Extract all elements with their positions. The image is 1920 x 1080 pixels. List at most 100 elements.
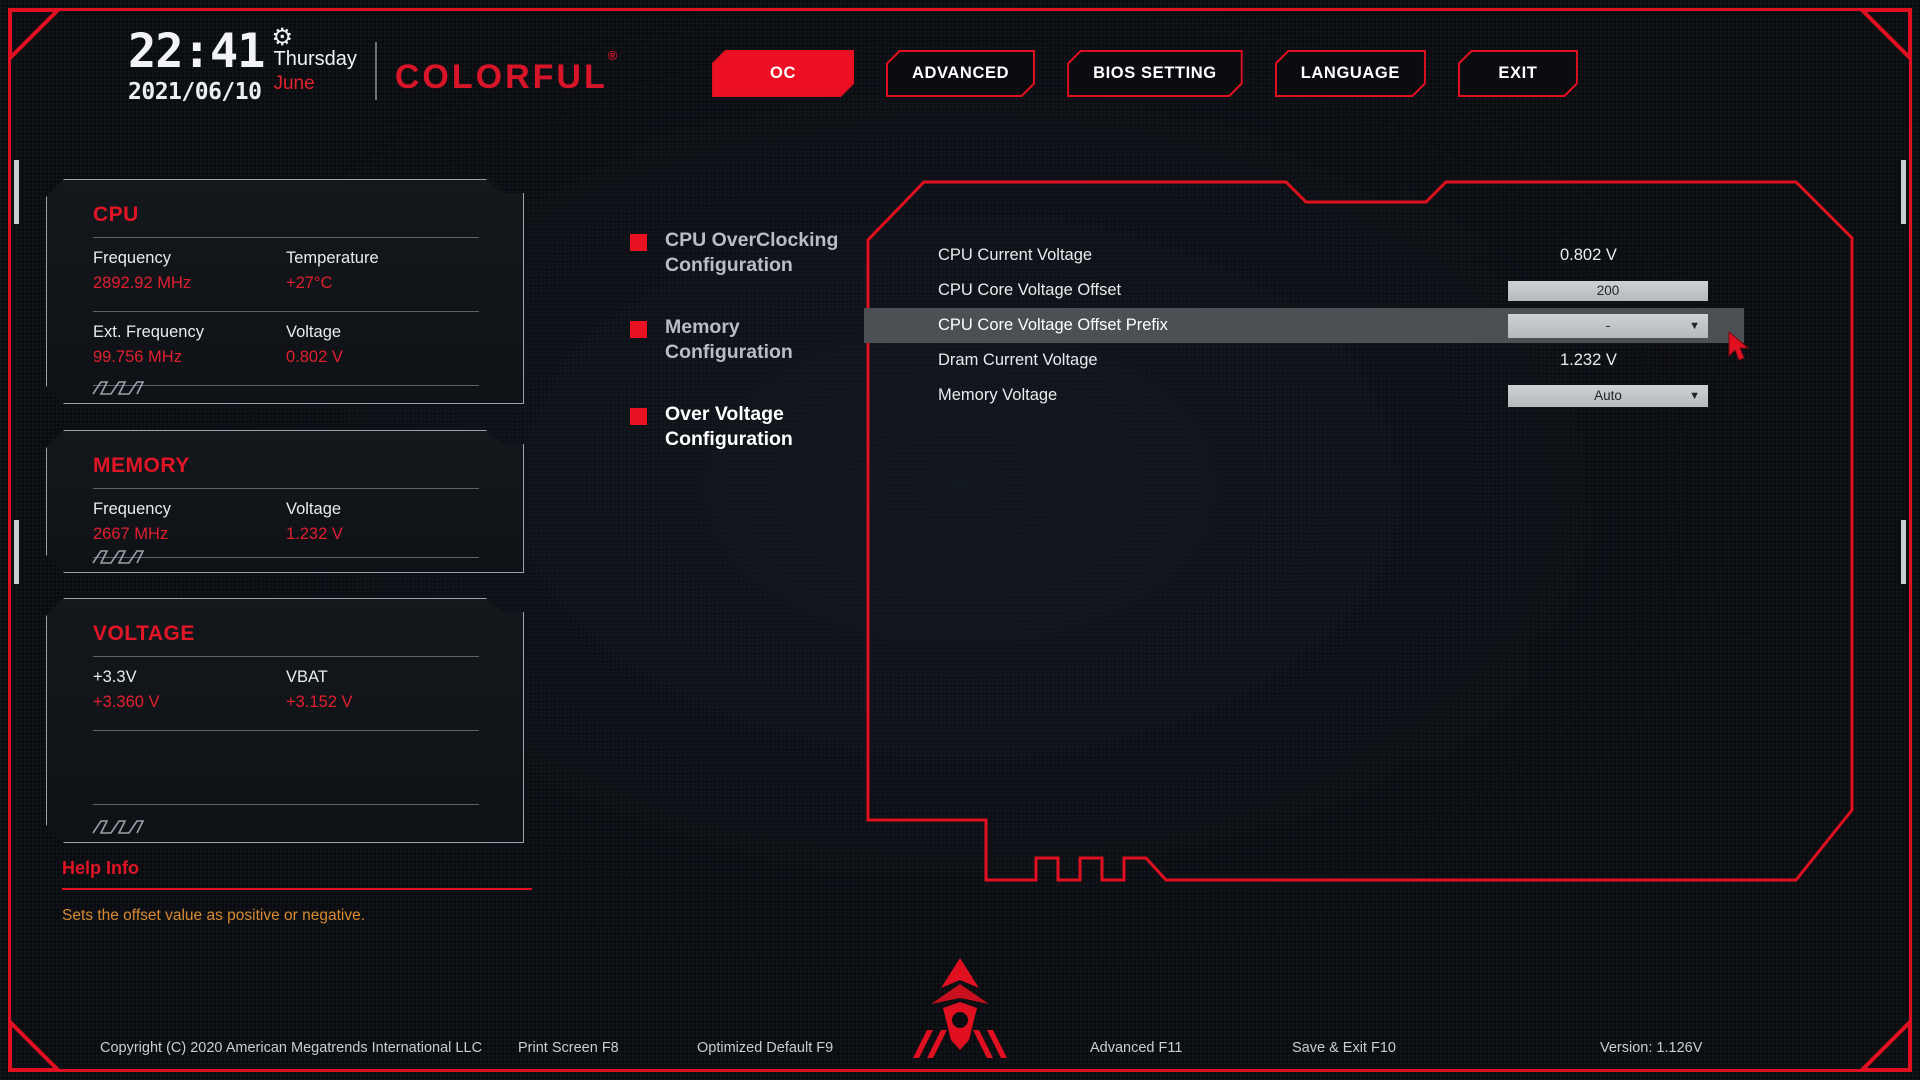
voltage-rule-1 [93,656,479,657]
voltage-33v-label: +3.3V [93,668,137,686]
oc-submenu: CPU OverClocking Configuration Memory Co… [630,228,860,489]
voltage-33v-value: +3.360 V [93,692,160,711]
memory-panel-title: MEMORY [93,454,190,477]
footer-advanced[interactable]: Advanced F11 [1090,1040,1182,1056]
voltage-rule-2 [93,730,479,731]
clock-weekday: Thursday [273,48,357,70]
memory-voltage-value: 1.232 V [286,524,343,543]
memory-row-1: Frequency 2667 MHz Voltage 1.232 V [93,497,479,547]
voltage-panel-zigzag-icon [91,818,153,835]
frame-notch-right-upper [1901,160,1906,224]
cpu-info-panel: CPU Frequency 2892.92 MHz Temperature +2… [46,179,524,404]
cpu-row-2: Ext. Frequency 99.756 MHz Voltage 0.802 … [93,320,479,370]
tab-oc-label: OC [770,64,796,82]
memory-info-panel: MEMORY Frequency 2667 MHz Voltage 1.232 … [46,430,524,573]
menu-item-over-voltage-configuration[interactable]: Over Voltage Configuration [630,402,860,452]
setting-row-cpu-core-voltage-offset-prefix[interactable]: CPU Core Voltage Offset Prefix - ▼ [864,308,1744,343]
help-info-section: Help Info Sets the offset value as posit… [62,858,532,925]
help-info-title: Help Info [62,858,139,878]
memory-voltage-label: Voltage [286,500,342,518]
setting-label-memory-voltage: Memory Voltage [938,386,1058,404]
cpu-ext-frequency-value: 99.756 MHz [93,347,182,366]
tab-bios-setting[interactable]: BIOS SETTING [1067,50,1243,97]
voltage-vbat-label: VBAT [286,668,328,686]
voltage-row-1: +3.3V +3.360 V VBAT +3.152 V [93,665,479,715]
bullet-square-icon [630,320,647,338]
frame-left [8,38,11,1042]
tab-language-label: LANGUAGE [1300,64,1400,82]
setting-row-cpu-current-voltage[interactable]: CPU Current Voltage 0.802 V [880,238,1840,273]
cpu-row-1: Frequency 2892.92 MHz Temperature +27°C [93,246,479,296]
tab-advanced-label: ADVANCED [912,64,1010,82]
frame-notch-left-lower [14,520,19,584]
tab-oc[interactable]: OC [712,50,854,97]
voltage-panel-title: VOLTAGE [93,622,195,645]
voltage-vbat-value: +3.152 V [286,692,353,711]
voltage-rule-3 [93,804,479,805]
chevron-down-icon: ▼ [1689,319,1700,332]
cpu-panel-zigzag-icon [91,379,153,396]
memory-frequency-label: Frequency [93,500,171,518]
setting-dropdown-cpu-core-voltage-offset-prefix[interactable]: - ▼ [1508,313,1708,338]
menu-item-memory-configuration[interactable]: Memory Configuration [630,315,860,365]
cpu-frequency-label: Frequency [93,249,171,267]
cpu-frequency-value: 2892.92 MHz [93,273,192,292]
setting-label-cpu-core-voltage-offset-prefix: CPU Core Voltage Offset Prefix [938,316,1168,334]
footer-optimized-default[interactable]: Optimized Default F9 [697,1040,833,1056]
brand-logo: COLORFUL® [394,48,617,97]
cpu-ext-frequency-label: Ext. Frequency [93,323,204,341]
memory-panel-zigzag-icon [91,548,153,565]
brand-text: COLORFUL [394,58,608,96]
clock-date: 2021/06/10 [128,78,262,105]
help-info-rule [62,888,532,890]
tab-advanced[interactable]: ADVANCED [886,50,1035,97]
bullet-square-icon [630,407,647,425]
settings-list: CPU Current Voltage 0.802 V CPU Core Vol… [864,238,1840,413]
footer-copyright: Copyright (C) 2020 American Megatrends I… [100,1040,483,1056]
cpu-temperature-value: +27°C [286,273,333,292]
setting-row-memory-voltage[interactable]: Memory Voltage Auto ▼ [880,378,1840,413]
setting-dropdown-memory-voltage[interactable]: Auto ▼ [1508,384,1708,407]
header: 22:41 2021/06/10 ⚙ Thursday June COLORFU… [0,0,1920,118]
cpu-rule-1 [93,237,479,238]
frame-right [1909,38,1912,1042]
tab-bios-setting-label: BIOS SETTING [1093,64,1217,82]
footer-save-exit[interactable]: Save & Exit F10 [1292,1040,1396,1056]
setting-label-cpu-core-voltage-offset: CPU Core Voltage Offset [938,281,1122,299]
setting-dropdown-value-prefix: - [1605,318,1611,333]
cpu-panel-title: CPU [93,203,139,226]
setting-input-cpu-core-voltage-offset[interactable]: 200 [1508,280,1708,301]
tab-exit[interactable]: EXIT [1458,50,1578,97]
day-column: ⚙ Thursday June [271,26,357,95]
footer-bar: Copyright (C) 2020 American Megatrends I… [0,1008,1920,1080]
menu-item-over-voltage-configuration-label: Over Voltage Configuration [665,402,793,450]
gear-icon: ⚙ [271,24,293,51]
tab-exit-label: EXIT [1498,64,1538,82]
setting-value-dram-current-voltage: 1.232 V [1560,351,1617,369]
menu-item-cpu-overclocking[interactable]: CPU OverClocking Configuration [630,228,860,278]
frame-notch-left-upper [14,160,19,224]
setting-row-dram-current-voltage[interactable]: Dram Current Voltage 1.232 V [880,343,1840,378]
frame-notch-right-lower [1901,520,1906,584]
memory-rule-1 [93,488,479,489]
memory-frequency-value: 2667 MHz [93,524,169,543]
time-column: 22:41 2021/06/10 [128,28,265,105]
bullet-square-icon [630,234,647,251]
cpu-voltage-value: 0.802 V [286,347,343,366]
setting-row-cpu-core-voltage-offset[interactable]: CPU Core Voltage Offset 200 [880,273,1840,308]
setting-label-cpu-current-voltage: CPU Current Voltage [938,246,1093,264]
cpu-temperature-label: Temperature [286,249,379,267]
cpu-voltage-label: Voltage [286,323,342,341]
clock-block: 22:41 2021/06/10 ⚙ Thursday June COLORFU… [128,26,617,105]
menu-item-memory-configuration-label: Memory Configuration [665,315,793,363]
clock-month: June [273,73,315,94]
brand-trademark: ® [607,47,618,63]
help-info-text: Sets the offset value as positive or neg… [62,907,366,924]
tab-language[interactable]: LANGUAGE [1275,50,1426,97]
footer-print-screen[interactable]: Print Screen F8 [518,1040,619,1056]
setting-dropdown-value-memory-voltage: Auto [1594,388,1622,403]
voltage-info-panel: VOLTAGE +3.3V +3.360 V VBAT +3.152 V [46,598,524,843]
chevron-down-icon: ▼ [1689,389,1700,402]
cpu-rule-2 [93,311,479,312]
setting-value-cpu-current-voltage: 0.802 V [1560,246,1617,264]
